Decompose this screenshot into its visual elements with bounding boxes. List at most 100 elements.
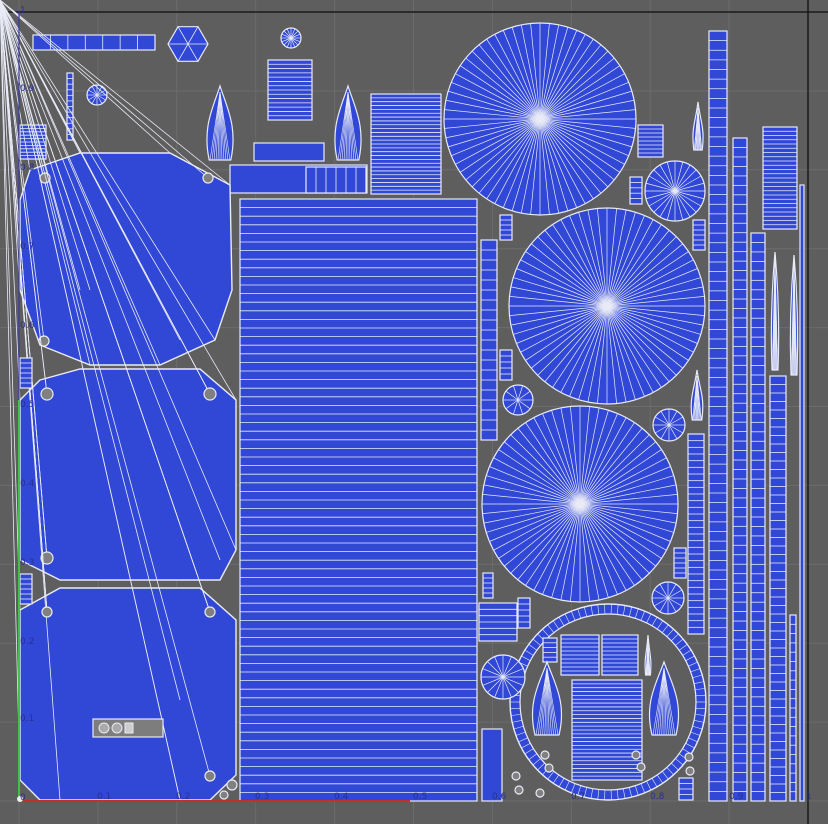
uv-island-small-slot xyxy=(92,718,164,738)
u-tick-1: 1 xyxy=(806,792,812,802)
u-tick-0.7: 0.7 xyxy=(571,792,586,802)
u-tick-0.2: 0.2 xyxy=(176,792,191,802)
vertex-marker xyxy=(204,606,216,618)
dial-bolt xyxy=(544,763,554,773)
uv-island-small-grid xyxy=(267,59,313,121)
uv-island-needle-1 xyxy=(770,251,780,371)
uv-island-big-strip-block xyxy=(239,198,478,802)
uv-island-wide-rect-strips xyxy=(305,166,367,194)
uv-island-tiny-fan xyxy=(280,27,302,49)
uv-island-fan-mini-c xyxy=(651,581,685,615)
uv-island-mini-f xyxy=(482,572,494,599)
uv-island-edge-strip-1 xyxy=(19,357,33,389)
uv-island-dial-mini-face xyxy=(542,637,558,663)
uv-island-tall-strip-2 xyxy=(732,137,748,802)
uv-island-tall-strip-5 xyxy=(789,614,797,802)
uv-island-small-rect-face xyxy=(253,142,325,162)
uv-island-mini-c-face xyxy=(629,176,643,205)
v-tick-0: 0 xyxy=(20,793,26,803)
u-tick-0.1: 0.1 xyxy=(97,792,112,802)
vertex-marker xyxy=(219,790,229,800)
dial-bolt xyxy=(514,785,524,795)
uv-island-mini-a-face xyxy=(499,214,513,241)
u-tick-0.5: 0.5 xyxy=(413,792,428,802)
uv-island-tall-strip-4 xyxy=(769,375,787,802)
uv-island-bar-top xyxy=(32,34,156,51)
v-tick-1: 1 xyxy=(20,6,26,16)
v-tick-0.2: 0.2 xyxy=(20,637,35,647)
uv-island-dial-center xyxy=(571,679,643,781)
uv-island-box-far-right xyxy=(762,126,798,230)
v-tick-0.8: 0.8 xyxy=(20,163,35,173)
dial-bolt xyxy=(631,750,641,760)
uv-island-mini-c xyxy=(629,176,643,205)
uv-island-needle-2 xyxy=(789,254,799,376)
v-tick-0.7: 0.7 xyxy=(20,242,35,252)
uv-island-bottom-rect xyxy=(481,728,503,802)
uv-island-mid-grid xyxy=(370,93,442,195)
v-tick-0.6: 0.6 xyxy=(20,321,35,331)
dial-bolt xyxy=(540,750,550,760)
uv-island-mini-g-face xyxy=(517,597,531,629)
dial-bolt xyxy=(511,771,521,781)
uv-island-hexagon xyxy=(167,26,209,62)
v-tick-0.3: 0.3 xyxy=(20,558,35,568)
vertex-marker xyxy=(204,770,216,782)
v-tick-0.9: 0.9 xyxy=(20,84,35,94)
vertex-marker xyxy=(41,606,53,618)
dial-bolt xyxy=(685,766,695,776)
uv-island-drop-1 xyxy=(206,84,234,161)
uv-island-box-bottom-left xyxy=(478,602,518,642)
slot-dot xyxy=(111,722,123,734)
uv-island-mini-d xyxy=(692,219,706,251)
uv-island-dial-box-b xyxy=(601,634,639,676)
uv-island-tall-strip-6 xyxy=(799,184,805,802)
u-tick-0.6: 0.6 xyxy=(492,792,507,802)
v-tick-0.4: 0.4 xyxy=(20,479,35,489)
uv-island-mini-fan-a xyxy=(502,384,534,416)
uv-island-tall-strip-6-face xyxy=(799,184,805,802)
uv-island-mini-g xyxy=(517,597,531,629)
uv-island-large-top-face xyxy=(19,152,233,366)
uv-island-vstrip-b xyxy=(687,433,705,635)
uv-island-mini-e xyxy=(673,547,687,579)
u-tick-0.9: 0.9 xyxy=(729,792,744,802)
dial-bolt xyxy=(684,752,694,762)
uv-island-box-right xyxy=(637,124,664,158)
uv-island-bottom-rect-face xyxy=(481,728,503,802)
vertex-marker xyxy=(226,779,238,791)
uv-editor-viewport[interactable]: 1 0.9 0.8 0.7 0.6 0.5 0.4 0.3 0.2 0.1 0 … xyxy=(0,0,828,824)
v-tick-0.5: 0.5 xyxy=(20,400,35,410)
uv-island-dial-mini xyxy=(542,637,558,663)
v-tick-0.1: 0.1 xyxy=(20,714,35,724)
uv-island-fan-mid xyxy=(508,207,706,405)
dial-bolt xyxy=(636,762,646,772)
uv-island-mini-f-face xyxy=(482,572,494,599)
uv-canvas[interactable] xyxy=(0,0,828,824)
slot-dot xyxy=(98,722,110,734)
vertex-marker xyxy=(40,387,54,401)
uv-island-half-fan xyxy=(480,654,526,700)
uv-island-mini-b-face xyxy=(499,349,513,381)
uv-island-fan-mini-b xyxy=(652,408,686,442)
dial-bolt xyxy=(535,788,545,798)
uv-island-fan-small xyxy=(644,160,706,222)
uv-island-mini-h xyxy=(678,777,694,801)
vertex-marker xyxy=(202,172,214,184)
uv-island-mini-b xyxy=(499,349,513,381)
uv-island-spike-1 xyxy=(692,101,704,151)
uv-edge xyxy=(0,0,21,611)
u-tick-0.4: 0.4 xyxy=(334,792,349,802)
uv-island-edge-strip-2 xyxy=(19,573,33,605)
slot-square xyxy=(124,722,134,734)
uv-island-bar-top-face xyxy=(32,34,156,51)
uv-island-vstrip-a xyxy=(480,239,498,441)
uv-island-small-rect xyxy=(253,142,325,162)
uv-island-spike-2 xyxy=(690,369,704,421)
uv-island-fan-bottom xyxy=(481,405,679,603)
uv-island-tall-strip-1 xyxy=(708,30,728,802)
uv-island-tiny-circle xyxy=(86,84,108,106)
uv-island-tall-strip-3 xyxy=(750,232,766,802)
u-tick-0.8: 0.8 xyxy=(650,792,665,802)
uv-island-drop-2 xyxy=(334,84,362,161)
